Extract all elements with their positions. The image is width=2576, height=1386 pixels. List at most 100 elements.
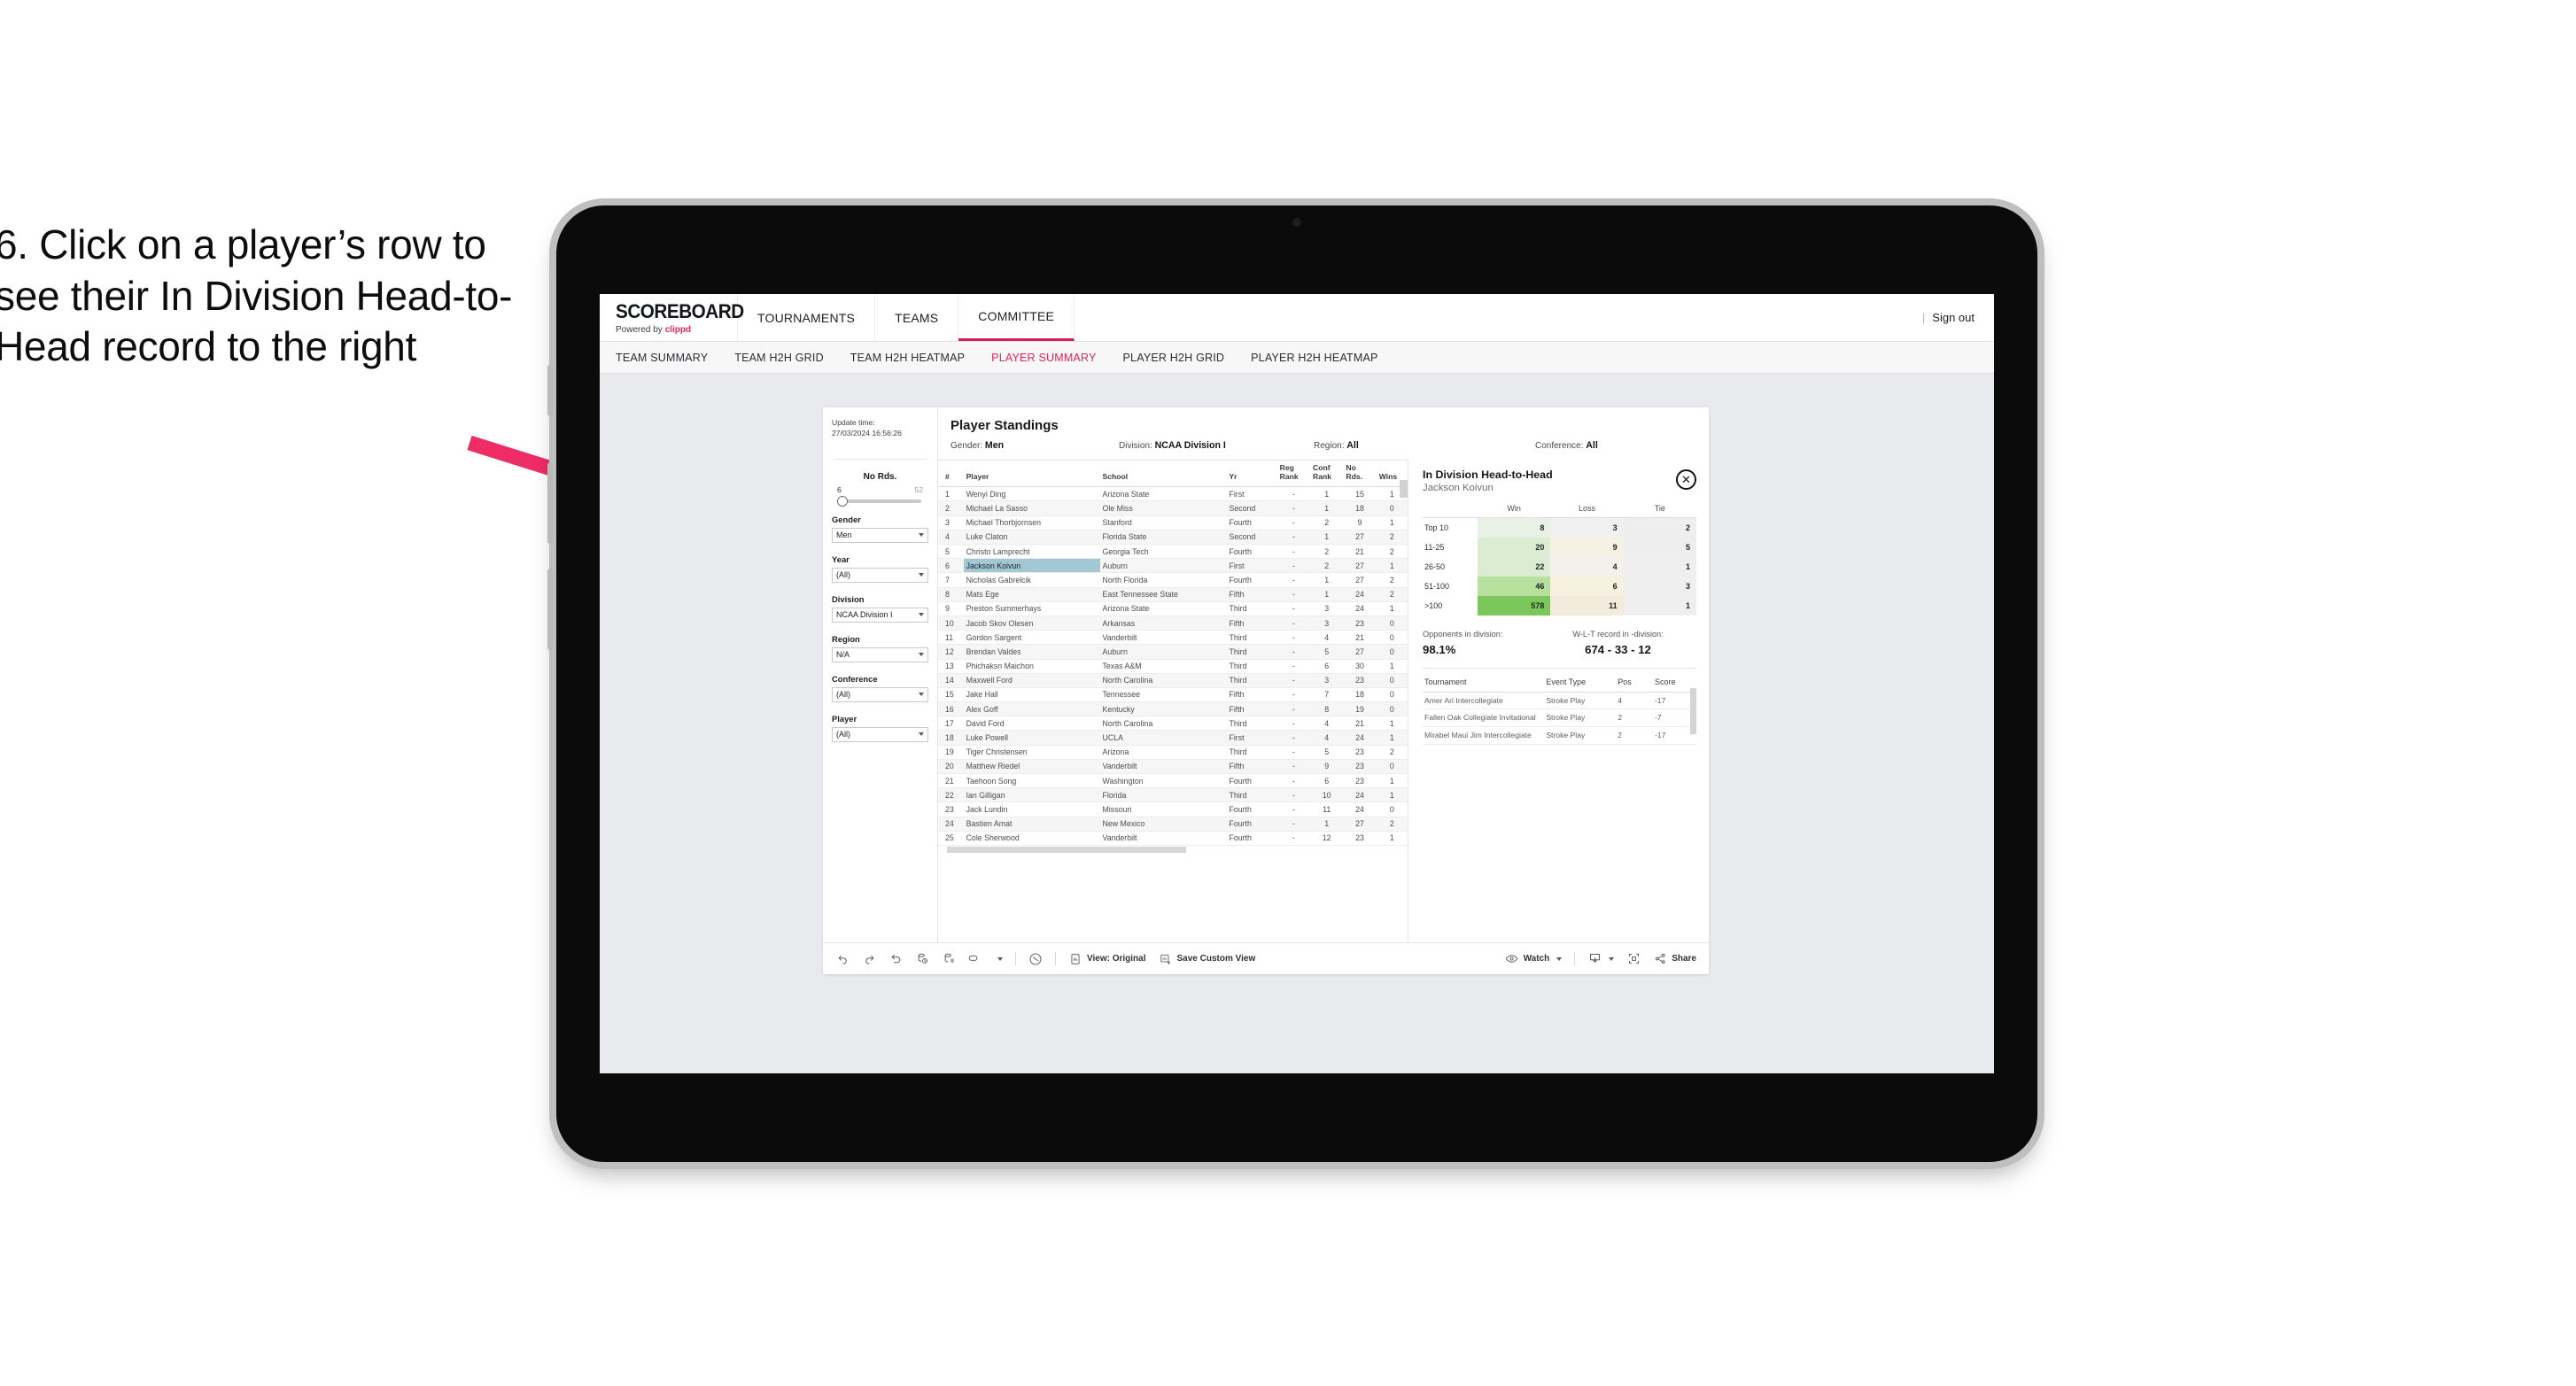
revert-icon[interactable]	[888, 952, 903, 966]
nav-tab-teams[interactable]: TEAMS	[875, 294, 959, 341]
col-rank[interactable]: #	[938, 461, 964, 488]
filter-division[interactable]: Division NCAA Division I	[832, 594, 928, 623]
fullscreen-icon[interactable]	[1626, 952, 1641, 966]
tournament-row[interactable]: Mirabel Maui Jim Intercollegiate Stroke P…	[1423, 726, 1696, 745]
save-custom-view-button[interactable]: Save Custom View	[1159, 952, 1255, 966]
scrollbar-thumb[interactable]	[947, 846, 1186, 853]
table-row[interactable]: 15 Jake Hall Tennessee Fifth -7 18 0	[938, 687, 1408, 703]
table-horizontal-scrollbar[interactable]	[938, 845, 1408, 855]
col-event-type[interactable]: Event Type	[1544, 673, 1617, 693]
col-school[interactable]: School	[1099, 461, 1227, 488]
nav-tab-tournaments[interactable]: TOURNAMENTS	[738, 294, 876, 341]
subtab-team-h2h-heatmap[interactable]: TEAM H2H HEATMAP	[850, 352, 965, 364]
table-row[interactable]: 2 Michael La Sasso Ole Miss Second -1 18 0	[938, 500, 1408, 516]
filter-player[interactable]: Player (All)	[832, 714, 928, 742]
col-conf-rank[interactable]: Conf Rank	[1310, 461, 1344, 488]
subtab-player-summary[interactable]: PLAYER SUMMARY	[991, 352, 1096, 364]
heatmap-cell[interactable]: 578	[1478, 595, 1551, 616]
tournament-row[interactable]: Amer Ari Intercollegiate Stroke Play 4 -17	[1423, 692, 1696, 710]
tournament-scrollbar[interactable]	[1690, 687, 1696, 734]
share-button[interactable]: Share	[1653, 952, 1696, 966]
download-button[interactable]	[1587, 952, 1615, 966]
slider-track[interactable]	[837, 495, 921, 507]
slider-handle[interactable]	[837, 495, 848, 507]
undo-icon[interactable]	[835, 952, 850, 966]
heatmap-cell[interactable]: 3	[1623, 576, 1696, 596]
heatmap-cell[interactable]: 6	[1550, 576, 1624, 596]
filter-year[interactable]: Year (All)	[832, 554, 928, 583]
close-icon[interactable]: ✕	[1676, 469, 1696, 490]
table-row[interactable]: 8 Mats Ege East Tennessee State Fifth -1 24 2	[938, 587, 1408, 602]
table-row[interactable]: 25 Cole Sherwood Vanderbilt Fourth -12 23 1	[938, 831, 1408, 846]
filter-no-rounds[interactable]: No Rds. 6 52	[832, 472, 928, 507]
filter-division-select[interactable]: NCAA Division I	[832, 607, 928, 623]
filter-year-select[interactable]: (All)	[832, 567, 928, 583]
table-row[interactable]: 5 Christo Lamprecht Georgia Tech Fourth -2 21…	[938, 544, 1408, 560]
subtab-player-h2h-heatmap[interactable]: PLAYER H2H HEATMAP	[1251, 352, 1377, 364]
table-row[interactable]: 11 Gordon Sargent Vanderbilt Third -4 21 0	[938, 630, 1408, 646]
tournament-row[interactable]: SEC Match Play hosted by Jerry Pate Roun…	[1423, 744, 1696, 750]
subtab-player-h2h-grid[interactable]: PLAYER H2H GRID	[1123, 352, 1225, 364]
table-row[interactable]: 16 Alex Goff Kentucky Fifth -8 19 0	[938, 701, 1408, 717]
filter-gender-select[interactable]: Men	[832, 527, 928, 543]
heatmap-cell[interactable]: 20	[1478, 537, 1551, 557]
heatmap-cell[interactable]: 3	[1550, 517, 1624, 538]
table-row[interactable]: 20 Matthew Riedel Vanderbilt Fifth -9 23 0	[938, 759, 1408, 775]
tournament-row[interactable]: Fallen Oak Collegiate Invitational Stroke…	[1423, 708, 1696, 727]
filter-player-select[interactable]: (All)	[832, 726, 928, 742]
col-pos[interactable]: Pos	[1616, 673, 1653, 693]
brand-logo[interactable]: SCOREBOARD Powered by clippd	[600, 294, 744, 341]
filter-gender-label: Gender	[832, 514, 861, 524]
table-row[interactable]: 6 Jackson Koivun Auburn First -2 27 1	[938, 558, 1408, 574]
watch-button[interactable]: Watch	[1505, 952, 1563, 966]
filter-gender[interactable]: Gender Men	[832, 515, 928, 543]
heatmap-cell[interactable]: 11	[1550, 595, 1624, 616]
table-row[interactable]: 1 Wenyi Ding Arizona State First -1 15 1	[938, 486, 1408, 502]
table-row[interactable]: 24 Bastien Amat New Mexico Fourth -1 27 2	[938, 817, 1408, 832]
col-player[interactable]: Player	[963, 461, 1100, 488]
table-row[interactable]: 21 Taehoon Song Washington Fourth -6 23 1	[938, 773, 1408, 789]
refresh-icon[interactable]	[915, 952, 929, 966]
col-year[interactable]: Yr	[1226, 461, 1277, 488]
table-row[interactable]: 4 Luke Claton Florida State Second -1 27 2	[938, 530, 1408, 546]
heatmap-cell[interactable]: 8	[1478, 517, 1551, 538]
pause-icon[interactable]	[942, 952, 956, 966]
table-row[interactable]: 9 Preston Summerhays Arizona State Third -3 2…	[938, 601, 1408, 616]
table-row[interactable]: 23 Jack Lundin Missouri Fourth -11 24 0	[938, 801, 1408, 817]
table-row[interactable]: 7 Nicholas Gabrelcik North Florida Fourth -1…	[938, 572, 1408, 588]
globe-icon[interactable]	[1028, 952, 1043, 966]
heatmap-cell[interactable]: 1	[1623, 556, 1696, 577]
heatmap-cell[interactable]: 2	[1623, 517, 1696, 538]
table-row[interactable]: 22 Ian Gilligan Florida Third -10 24 1	[938, 787, 1408, 803]
filter-region[interactable]: Region N/A	[832, 634, 928, 662]
view-original-button[interactable]: View: Original	[1068, 952, 1146, 966]
col-reg-rank[interactable]: Reg Rank	[1276, 461, 1310, 488]
heatmap-cell[interactable]: 5	[1623, 537, 1696, 557]
table-row[interactable]: 17 David Ford North Carolina Third -4 21 1	[938, 716, 1408, 732]
sign-out-link[interactable]: Sign out	[1932, 311, 1975, 324]
heatmap-cell[interactable]: 4	[1550, 556, 1624, 577]
nav-tab-committee[interactable]: COMMITTEE	[958, 294, 1075, 341]
filter-region-select[interactable]: N/A	[832, 647, 928, 662]
chevron-down-icon[interactable]	[997, 956, 1003, 961]
redo-icon[interactable]	[862, 952, 876, 966]
filter-conference[interactable]: Conference (All)	[832, 674, 928, 702]
table-row[interactable]: 18 Luke Powell UCLA First -4 24 1	[938, 730, 1408, 746]
heatmap-cell[interactable]: 22	[1478, 556, 1551, 577]
heatmap-cell[interactable]: 1	[1623, 595, 1696, 616]
filter-conference-select[interactable]: (All)	[832, 686, 928, 702]
table-row[interactable]: 14 Maxwell Ford North Carolina Third -3 23 0	[938, 673, 1408, 688]
subtab-team-summary[interactable]: TEAM SUMMARY	[616, 352, 708, 364]
table-row[interactable]: 10 Jacob Skov Olesen Arkansas Fifth -3 23 0	[938, 616, 1408, 631]
heatmap-cell[interactable]: 46	[1478, 576, 1551, 596]
col-tournament[interactable]: Tournament	[1423, 673, 1545, 693]
table-row[interactable]: 13 Phichaksn Maichon Texas A&M Third -6 30 1	[938, 659, 1408, 674]
col-no-rds[interactable]: No Rds.	[1343, 461, 1377, 488]
table-vertical-scrollbar[interactable]	[1400, 480, 1408, 498]
table-row[interactable]: 19 Tiger Christensen Arizona Third -5 23 2	[938, 745, 1408, 760]
table-row[interactable]: 3 Michael Thorbjornsen Stanford Fourth -2 9 1	[938, 515, 1408, 530]
subtab-team-h2h-grid[interactable]: TEAM H2H GRID	[734, 352, 824, 364]
table-row[interactable]: 12 Brendan Valdes Auburn Third -5 27 0	[938, 644, 1408, 660]
highlight-icon[interactable]	[968, 952, 982, 966]
heatmap-cell[interactable]: 9	[1550, 537, 1624, 557]
